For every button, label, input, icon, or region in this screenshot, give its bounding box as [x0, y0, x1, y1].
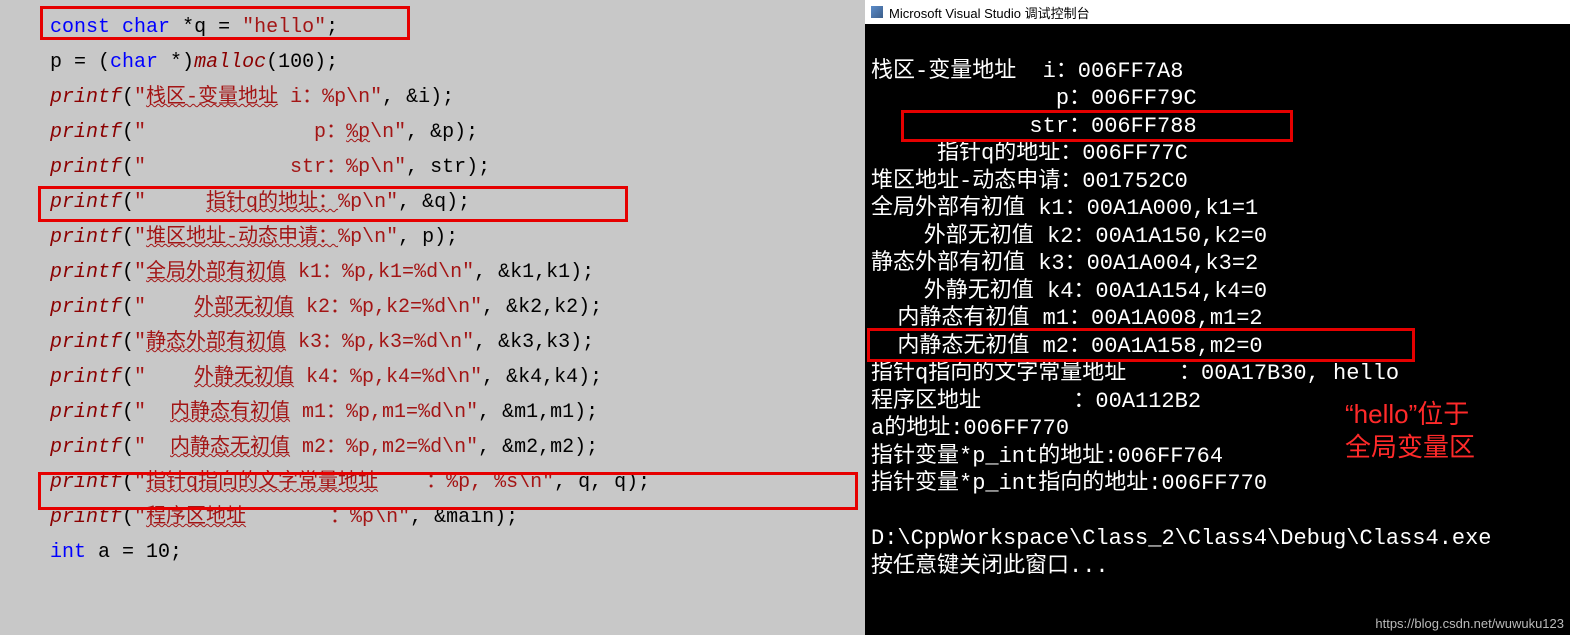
app-icon — [871, 6, 883, 18]
console-line: 静态外部有初值 k3：00A1A004,k3=2 — [871, 251, 1258, 276]
code-line: printf(" p：%p\n", &p); — [50, 115, 845, 150]
console-line: 内静态无初值 m2：00A1A158,m2=0 — [871, 334, 1263, 359]
code-line: printf("栈区-变量地址 i：%p\n", &i); — [50, 80, 845, 115]
code-line: printf(" str：%p\n", str); — [50, 150, 845, 185]
code-line: printf("程序区地址 ：%p\n", &main); — [50, 500, 845, 535]
code-line: printf("指针q指向的文字常量地址 ：%p, %s\n", q, q); — [50, 465, 845, 500]
code-line: printf("静态外部有初值 k3：%p,k3=%d\n", &k3,k3); — [50, 325, 845, 360]
console-line: 指针q的地址：006FF77C — [871, 141, 1188, 166]
code-line: int a = 10; — [50, 535, 845, 570]
console-output: 栈区-变量地址 i：006FF7A8 p：006FF79C str：006FF7… — [865, 24, 1570, 608]
console-title: Microsoft Visual Studio 调试控制台 — [889, 3, 1090, 22]
console-line: p：006FF79C — [871, 86, 1197, 111]
watermark: https://blog.csdn.net/wuwuku123 — [1375, 616, 1564, 631]
code-line: const char *q = "hello"; — [50, 10, 845, 45]
annotation-text: “hello”位于 全局变量区 — [1345, 398, 1475, 463]
code-line: printf(" 指针q的地址：%p\n", &q); — [50, 185, 845, 220]
console-line: 指针变量*p_int指向的地址:006FF770 — [871, 471, 1267, 496]
console-line: 外静无初值 k4：00A1A154,k4=0 — [871, 279, 1267, 304]
console-line: 外部无初值 k2：00A1A150,k2=0 — [871, 224, 1267, 249]
code-line: printf(" 外部无初值 k2：%p,k2=%d\n", &k2,k2); — [50, 290, 845, 325]
console-line: 内静态有初值 m1：00A1A008,m1=2 — [871, 306, 1263, 331]
code-line: printf("全局外部有初值 k1：%p,k1=%d\n", &k1,k1); — [50, 255, 845, 290]
console-line: 程序区地址 ：00A112B2 — [871, 389, 1201, 414]
console-line: 堆区地址-动态申请：001752C0 — [871, 169, 1188, 194]
code-line: printf("堆区地址-动态申请：%p\n", p); — [50, 220, 845, 255]
console-line: 按任意键关闭此窗口... — [871, 554, 1109, 579]
code-editor-pane[interactable]: const char *q = "hello"; p = (char *)mal… — [0, 0, 865, 635]
console-line: str：006FF788 — [871, 114, 1197, 139]
console-titlebar: Microsoft Visual Studio 调试控制台 — [865, 0, 1570, 24]
console-line: a的地址:006FF770 — [871, 416, 1069, 441]
code-line: printf(" 内静态有初值 m1：%p,m1=%d\n", &m1,m1); — [50, 395, 845, 430]
console-line: 指针变量*p_int的地址:006FF764 — [871, 444, 1223, 469]
console-line: 栈区-变量地址 i：006FF7A8 — [871, 59, 1183, 84]
code-line: printf(" 内静态无初值 m2：%p,m2=%d\n", &m2,m2); — [50, 430, 845, 465]
code-line: printf(" 外静无初值 k4：%p,k4=%d\n", &k4,k4); — [50, 360, 845, 395]
code-line: p = (char *)malloc(100); — [50, 45, 845, 80]
console-line: 全局外部有初值 k1：00A1A000,k1=1 — [871, 196, 1258, 221]
console-line: D:\CppWorkspace\Class_2\Class4\Debug\Cla… — [871, 526, 1492, 551]
console-line: 指针q指向的文字常量地址 ：00A17B30, hello — [871, 361, 1399, 386]
console-pane[interactable]: Microsoft Visual Studio 调试控制台 栈区-变量地址 i：… — [865, 0, 1570, 635]
